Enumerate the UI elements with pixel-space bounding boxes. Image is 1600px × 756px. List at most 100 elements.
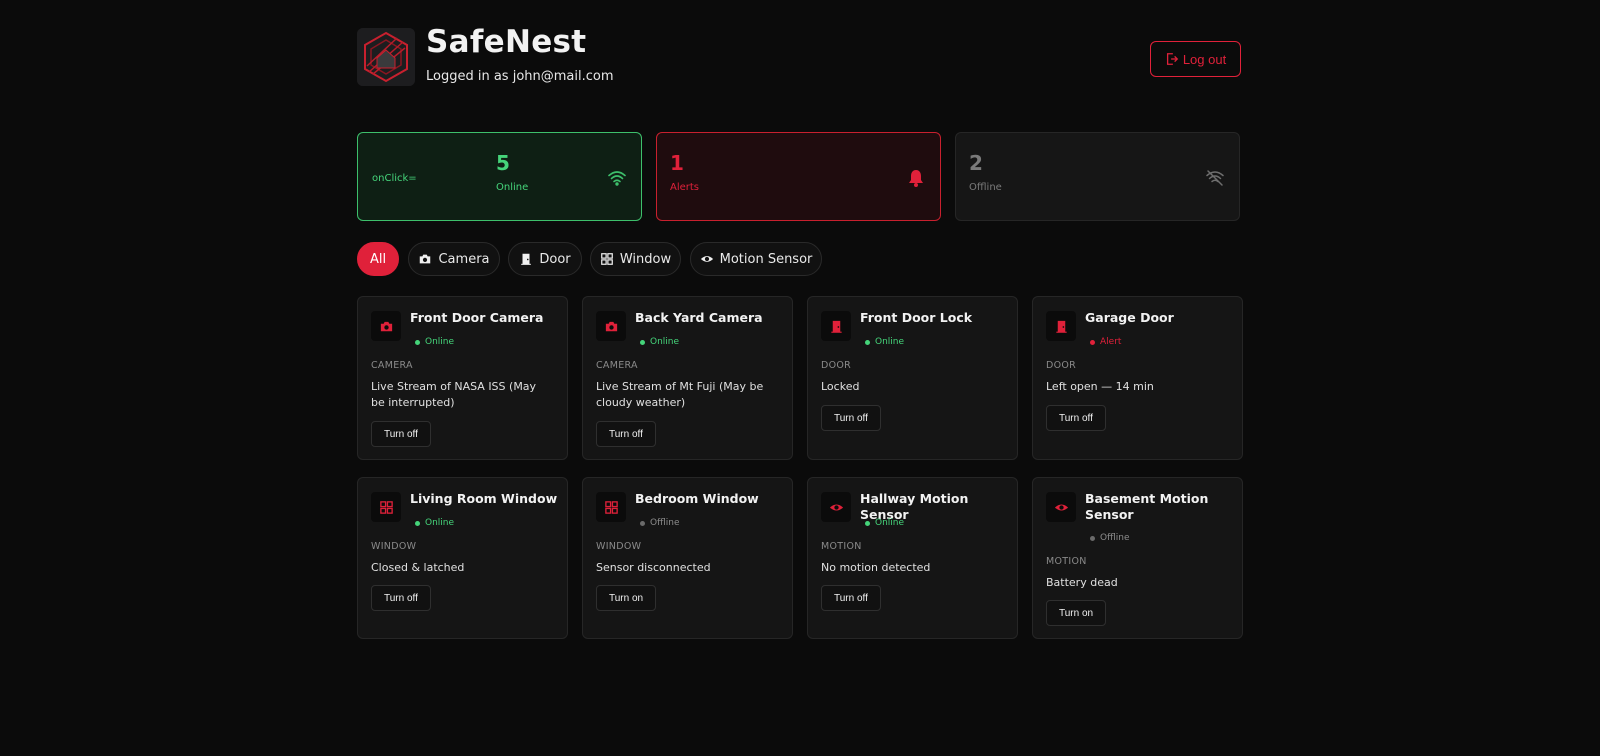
device-toggle-button[interactable]: Turn off — [596, 421, 656, 447]
device-description: Battery dead — [1046, 576, 1118, 589]
device-name: Bedroom Window — [635, 491, 759, 506]
device-toggle-button[interactable]: Turn off — [821, 585, 881, 611]
window-icon — [600, 253, 613, 265]
device-card: Garage Door Alert DOOR Left open — 14 mi… — [1032, 296, 1243, 460]
logged-in-user: Logged in as john@mail.com — [426, 69, 614, 84]
logout-button[interactable]: Log out — [1150, 41, 1241, 77]
stat-alerts-label: Alerts — [670, 182, 700, 193]
logout-icon — [1166, 53, 1178, 65]
filter-all[interactable]: All — [357, 242, 399, 276]
device-status: Offline — [640, 518, 680, 528]
wifi-off-icon — [1206, 170, 1224, 186]
status-dot — [865, 520, 870, 526]
device-type: WINDOW — [596, 541, 642, 552]
device-description: Locked — [821, 380, 860, 393]
device-name: Living Room Window — [410, 491, 558, 506]
app-logo — [357, 28, 415, 86]
device-icon-box — [371, 311, 401, 341]
device-name: Back Yard Camera — [635, 310, 763, 325]
device-description: Left open — 14 min — [1046, 380, 1154, 393]
device-status: Online — [865, 337, 904, 347]
device-type: CAMERA — [371, 360, 413, 371]
device-status: Online — [640, 337, 679, 347]
camera-icon — [380, 321, 392, 331]
device-status: Online — [415, 518, 454, 528]
logout-label: Log out — [1182, 51, 1227, 67]
filter-camera[interactable]: Camera — [408, 242, 500, 276]
device-card: Hallway Motion Sensor Online MOTION No m… — [807, 477, 1018, 639]
device-icon-box — [596, 492, 626, 522]
bell-icon — [909, 170, 923, 187]
device-icon-box — [821, 311, 851, 341]
device-type: DOOR — [1046, 360, 1077, 371]
device-status-label: Online — [875, 337, 905, 347]
stat-card-offline[interactable]: 2 Offline — [955, 132, 1240, 221]
device-status-label: Online — [425, 518, 455, 528]
status-dot — [640, 339, 645, 345]
device-toggle-button[interactable]: Turn off — [1046, 405, 1106, 431]
camera-icon — [420, 254, 431, 264]
device-description: Live Stream of Mt Fuji (May be cloudy we… — [596, 380, 764, 409]
door-icon — [521, 253, 532, 265]
status-dot — [415, 520, 420, 526]
eye-icon — [1054, 503, 1068, 511]
device-type: CAMERA — [596, 360, 638, 371]
filter-all-label: All — [369, 251, 387, 267]
device-icon-box — [596, 311, 626, 341]
device-description: Live Stream of NASA ISS (May be interrup… — [371, 380, 537, 409]
filter-door[interactable]: Door — [508, 242, 582, 276]
eye-icon — [700, 256, 713, 262]
filter-window[interactable]: Window — [590, 242, 681, 276]
device-card: Basement Motion Sensor Offline MOTION Ba… — [1032, 477, 1243, 639]
header: SafeNest Logged in as john@mail.com Log … — [357, 24, 1241, 90]
status-dot — [1090, 339, 1095, 345]
dashboard: SafeNest Logged in as john@mail.com Log … — [0, 0, 1600, 756]
filter-motion-sensor[interactable]: Motion Sensor — [690, 242, 822, 276]
stat-offline-label: Offline — [969, 182, 1002, 193]
stat-online-prefix: onClick= — [372, 173, 417, 184]
eye-icon — [829, 503, 843, 511]
device-toggle-button[interactable]: Turn off — [371, 421, 431, 447]
device-name: Front Door Lock — [860, 310, 973, 325]
door-icon — [1055, 320, 1067, 333]
filter-camera-label: Camera — [438, 251, 490, 267]
device-toggle-button[interactable]: Turn on — [596, 585, 657, 611]
stats-row: onClick= 5 Online 1 Alerts 2 Offline — [357, 132, 1241, 222]
door-icon — [830, 320, 842, 333]
status-dot — [640, 520, 645, 526]
device-type: DOOR — [821, 360, 852, 371]
status-dot — [1090, 535, 1095, 541]
device-status-label: Online — [875, 518, 905, 528]
window-icon — [379, 500, 393, 514]
stat-card-alerts[interactable]: 1 Alerts — [656, 132, 941, 221]
device-status: Online — [865, 518, 904, 528]
device-name: Basement Motion Sensor — [1085, 491, 1209, 522]
filter-door-label: Door — [539, 251, 571, 267]
status-dot — [865, 339, 870, 345]
device-name: Front Door Camera — [410, 310, 544, 325]
device-status-label: Online — [425, 337, 455, 347]
device-description: Closed & latched — [371, 561, 465, 574]
device-card: Bedroom Window Offline WINDOW Sensor dis… — [582, 477, 793, 639]
status-dot — [415, 339, 420, 345]
stat-online-count: 5 — [496, 151, 510, 175]
device-card: Front Door Lock Online DOOR Locked Turn … — [807, 296, 1018, 460]
stat-offline-count: 2 — [969, 151, 983, 175]
device-icon-box — [821, 492, 851, 522]
device-toggle-button[interactable]: Turn on — [1046, 600, 1107, 626]
camera-icon — [605, 321, 617, 331]
device-toggle-button[interactable]: Turn off — [821, 405, 881, 431]
device-toggle-button[interactable]: Turn off — [371, 585, 431, 611]
stat-card-online[interactable]: onClick= 5 Online — [357, 132, 642, 221]
app-title: SafeNest — [426, 24, 587, 60]
device-type: WINDOW — [371, 541, 417, 552]
device-card: Front Door Camera Online CAMERA Live Str… — [357, 296, 568, 460]
stat-online-label: Online — [496, 182, 529, 193]
device-description: Sensor disconnected — [596, 561, 711, 574]
filter-motion-label: Motion Sensor — [719, 251, 813, 267]
device-status: Alert — [1090, 337, 1121, 347]
filter-window-label: Window — [619, 251, 672, 267]
device-status: Online — [415, 337, 454, 347]
device-icon-box — [371, 492, 401, 522]
device-status-label: Online — [650, 337, 680, 347]
